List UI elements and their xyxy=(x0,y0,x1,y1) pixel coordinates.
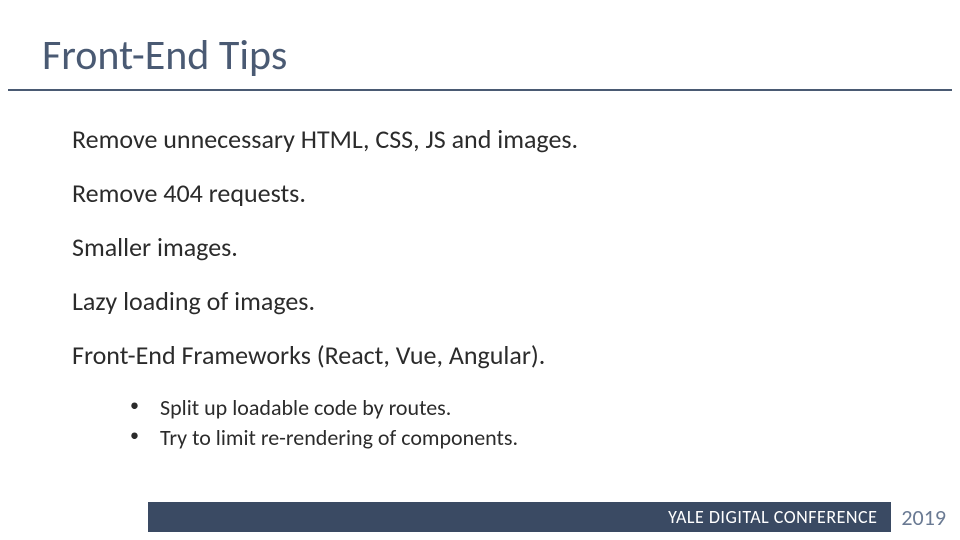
footer-brand-bar: YALE DIGITAL CONFERENCE xyxy=(148,502,891,532)
footer-brand-strong: YALE xyxy=(668,506,704,528)
sub-bullet-point: Try to limit re-rendering of components. xyxy=(130,423,960,453)
slide-footer: YALE DIGITAL CONFERENCE 2019 xyxy=(148,502,946,532)
footer-year: 2019 xyxy=(901,504,946,531)
slide-content: Remove unnecessary HTML, CSS, JS and ima… xyxy=(0,91,960,452)
bullet-point: Lazy loading of images. xyxy=(72,285,960,317)
slide-title: Front-End Tips xyxy=(0,0,960,89)
sub-bullet-point: Split up loadable code by routes. xyxy=(130,393,960,423)
bullet-point: Remove unnecessary HTML, CSS, JS and ima… xyxy=(72,123,960,155)
footer-brand-light: DIGITAL CONFERENCE xyxy=(709,506,878,528)
bullet-point: Remove 404 requests. xyxy=(72,177,960,209)
sub-bullet-list: Split up loadable code by routes. Try to… xyxy=(130,393,960,452)
slide: Front-End Tips Remove unnecessary HTML, … xyxy=(0,0,960,540)
bullet-point: Front-End Frameworks (React, Vue, Angula… xyxy=(72,339,960,371)
bullet-point: Smaller images. xyxy=(72,231,960,263)
